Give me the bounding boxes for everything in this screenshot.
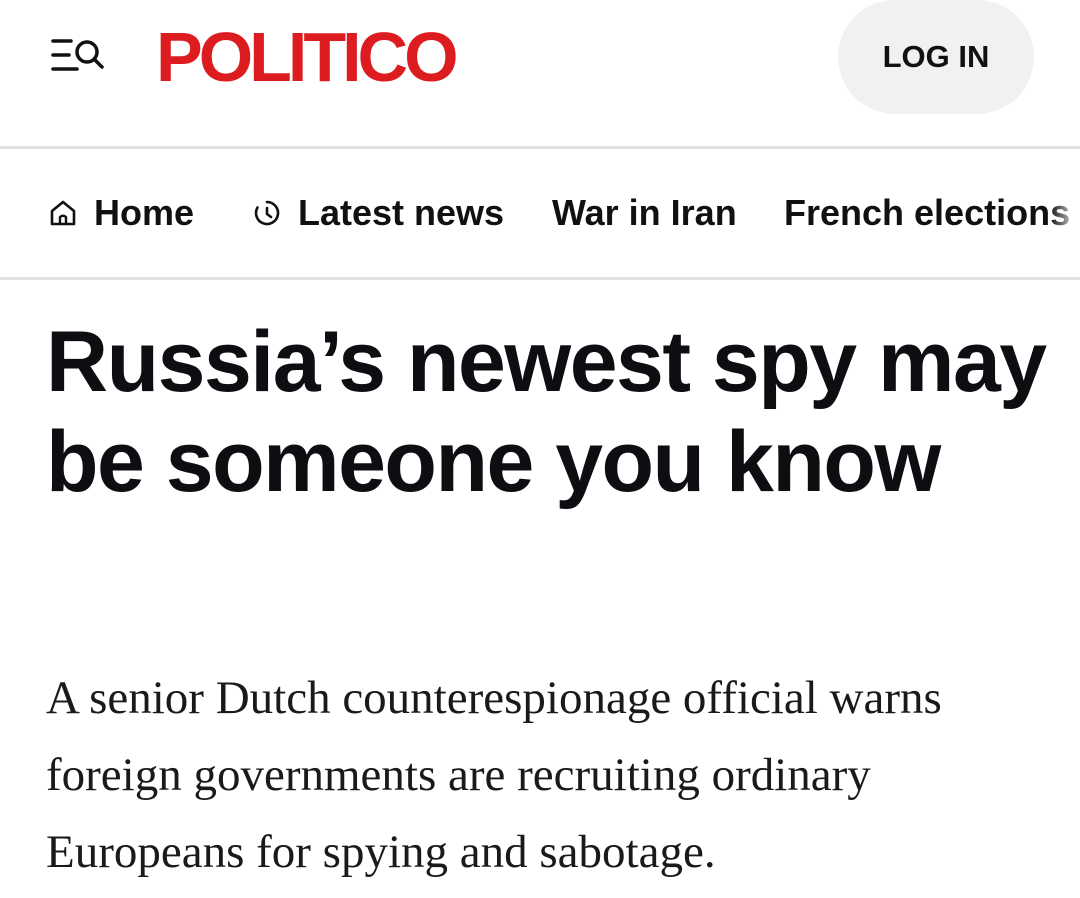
- nav-item-home[interactable]: Home: [46, 149, 194, 277]
- section-nav: Home Latest news War in Iran French elec…: [0, 149, 1080, 277]
- home-icon: [46, 196, 80, 230]
- nav-item-latest-news[interactable]: Latest news: [250, 149, 504, 277]
- nav-item-label: War in Iran: [552, 192, 737, 233]
- site-header: POLITICO LOG IN: [0, 0, 1080, 146]
- nav-item-war-in-iran[interactable]: War in Iran: [552, 149, 737, 277]
- article-headline: Russia’s newest spy may be someone you k…: [46, 314, 1047, 510]
- politico-logo[interactable]: POLITICO: [156, 20, 459, 94]
- nav-item-label: French elections: [784, 192, 1071, 233]
- article-dek: A senior Dutch counterespionage official…: [46, 672, 942, 878]
- menu-search-button[interactable]: [48, 32, 108, 78]
- nav-item-label: Latest news: [298, 192, 505, 233]
- clock-icon: [250, 196, 284, 230]
- nav-item-french-elections[interactable]: French elections: [784, 149, 1070, 277]
- menu-search-icon: [51, 39, 104, 71]
- login-button[interactable]: LOG IN: [838, 0, 1034, 114]
- nav-item-label: Home: [94, 192, 195, 233]
- nav-divider: [0, 277, 1080, 280]
